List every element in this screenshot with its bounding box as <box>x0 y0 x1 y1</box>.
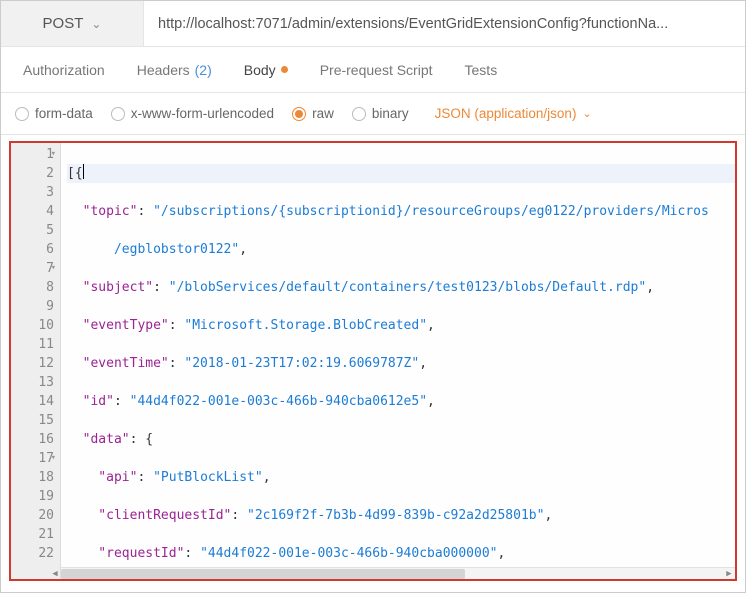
gutter-line: 12 <box>11 354 54 373</box>
code-line: "requestId": "44d4f022-001e-003c-466b-94… <box>67 544 735 563</box>
horizontal-scrollbar[interactable]: ◀ ▶ <box>61 567 735 579</box>
tab-count: (2) <box>195 62 212 78</box>
radio-label: binary <box>372 106 409 121</box>
code-line: "id": "44d4f022-001e-003c-466b-940cba061… <box>67 392 735 411</box>
tab-body[interactable]: Body <box>228 47 304 92</box>
modified-dot-icon <box>281 66 288 73</box>
tab-tests[interactable]: Tests <box>449 47 514 92</box>
radio-urlencoded[interactable]: x-www-form-urlencoded <box>111 106 274 121</box>
gutter-line: 16 <box>11 430 54 449</box>
body-options-row: form-data x-www-form-urlencoded raw bina… <box>1 93 745 135</box>
line-gutter: 1 2 3 4 5 6 7 8 9 10 11 12 13 14 15 16 1… <box>11 143 61 579</box>
gutter-line: 3 <box>11 183 54 202</box>
code-line: "clientRequestId": "2c169f2f-7b3b-4d99-8… <box>67 506 735 525</box>
gutter-line: 6 <box>11 240 54 259</box>
gutter-line: 1 <box>11 145 54 164</box>
gutter-line: 9 <box>11 297 54 316</box>
gutter-line: 10 <box>11 316 54 335</box>
gutter-line: 17 <box>11 449 54 468</box>
gutter-line: 4 <box>11 202 54 221</box>
radio-binary[interactable]: binary <box>352 106 409 121</box>
gutter-line: 20 <box>11 506 54 525</box>
code-line: /egblobstor0122", <box>67 240 735 259</box>
gutter-line: 13 <box>11 373 54 392</box>
code-line: "data": { <box>67 430 735 449</box>
gutter-line: 8 <box>11 278 54 297</box>
tab-label: Headers <box>137 62 190 78</box>
tab-label: Authorization <box>23 62 105 78</box>
chevron-down-icon: ⌄ <box>91 17 101 31</box>
code-area[interactable]: [{ "topic": "/subscriptions/{subscriptio… <box>61 143 735 579</box>
request-tabs: Authorization Headers (2) Body Pre-reque… <box>1 47 745 93</box>
tab-label: Body <box>244 62 276 78</box>
gutter-line: 15 <box>11 411 54 430</box>
gutter-line: 5 <box>11 221 54 240</box>
scroll-left-icon[interactable]: ◀ <box>49 568 61 579</box>
code-line: "eventType": "Microsoft.Storage.BlobCrea… <box>67 316 735 335</box>
gutter-line: 2 <box>11 164 54 183</box>
chevron-down-icon: ⌄ <box>582 107 591 120</box>
tab-label: Pre-request Script <box>320 62 433 78</box>
url-input[interactable]: http://localhost:7071/admin/extensions/E… <box>144 1 745 46</box>
gutter-line: 19 <box>11 487 54 506</box>
code-line: "topic": "/subscriptions/{subscriptionid… <box>67 202 735 221</box>
gutter-line: 21 <box>11 525 54 544</box>
tab-authorization[interactable]: Authorization <box>7 47 121 92</box>
code-line: "subject": "/blobServices/default/contai… <box>67 278 735 297</box>
content-type-dropdown[interactable]: JSON (application/json) ⌄ <box>435 106 592 121</box>
gutter-line: 14 <box>11 392 54 411</box>
tab-prerequest[interactable]: Pre-request Script <box>304 47 449 92</box>
content-type-label: JSON (application/json) <box>435 106 577 121</box>
radio-icon <box>292 107 306 121</box>
radio-raw[interactable]: raw <box>292 106 334 121</box>
radio-label: x-www-form-urlencoded <box>131 106 274 121</box>
scrollbar-thumb[interactable] <box>61 569 465 579</box>
tab-label: Tests <box>465 62 498 78</box>
radio-label: form-data <box>35 106 93 121</box>
gutter-line: 18 <box>11 468 54 487</box>
gutter-line: 22 <box>11 544 54 563</box>
gutter-line: 7 <box>11 259 54 278</box>
code-line: [{ <box>67 164 735 183</box>
request-row: POST ⌄ http://localhost:7071/admin/exten… <box>1 1 745 47</box>
radio-icon <box>111 107 125 121</box>
gutter-line: 11 <box>11 335 54 354</box>
url-text: http://localhost:7071/admin/extensions/E… <box>158 16 668 32</box>
method-dropdown[interactable]: POST ⌄ <box>1 1 144 46</box>
method-label: POST <box>43 15 84 32</box>
code-line: "api": "PutBlockList", <box>67 468 735 487</box>
scroll-right-icon[interactable]: ▶ <box>723 568 735 579</box>
radio-label: raw <box>312 106 334 121</box>
tab-headers[interactable]: Headers (2) <box>121 47 228 92</box>
code-line: "eventTime": "2018-01-23T17:02:19.606978… <box>67 354 735 373</box>
body-editor[interactable]: 1 2 3 4 5 6 7 8 9 10 11 12 13 14 15 16 1… <box>11 143 735 579</box>
editor-highlight-box: 1 2 3 4 5 6 7 8 9 10 11 12 13 14 15 16 1… <box>9 141 737 581</box>
radio-icon <box>352 107 366 121</box>
radio-icon <box>15 107 29 121</box>
radio-form-data[interactable]: form-data <box>15 106 93 121</box>
text-cursor <box>83 164 84 179</box>
